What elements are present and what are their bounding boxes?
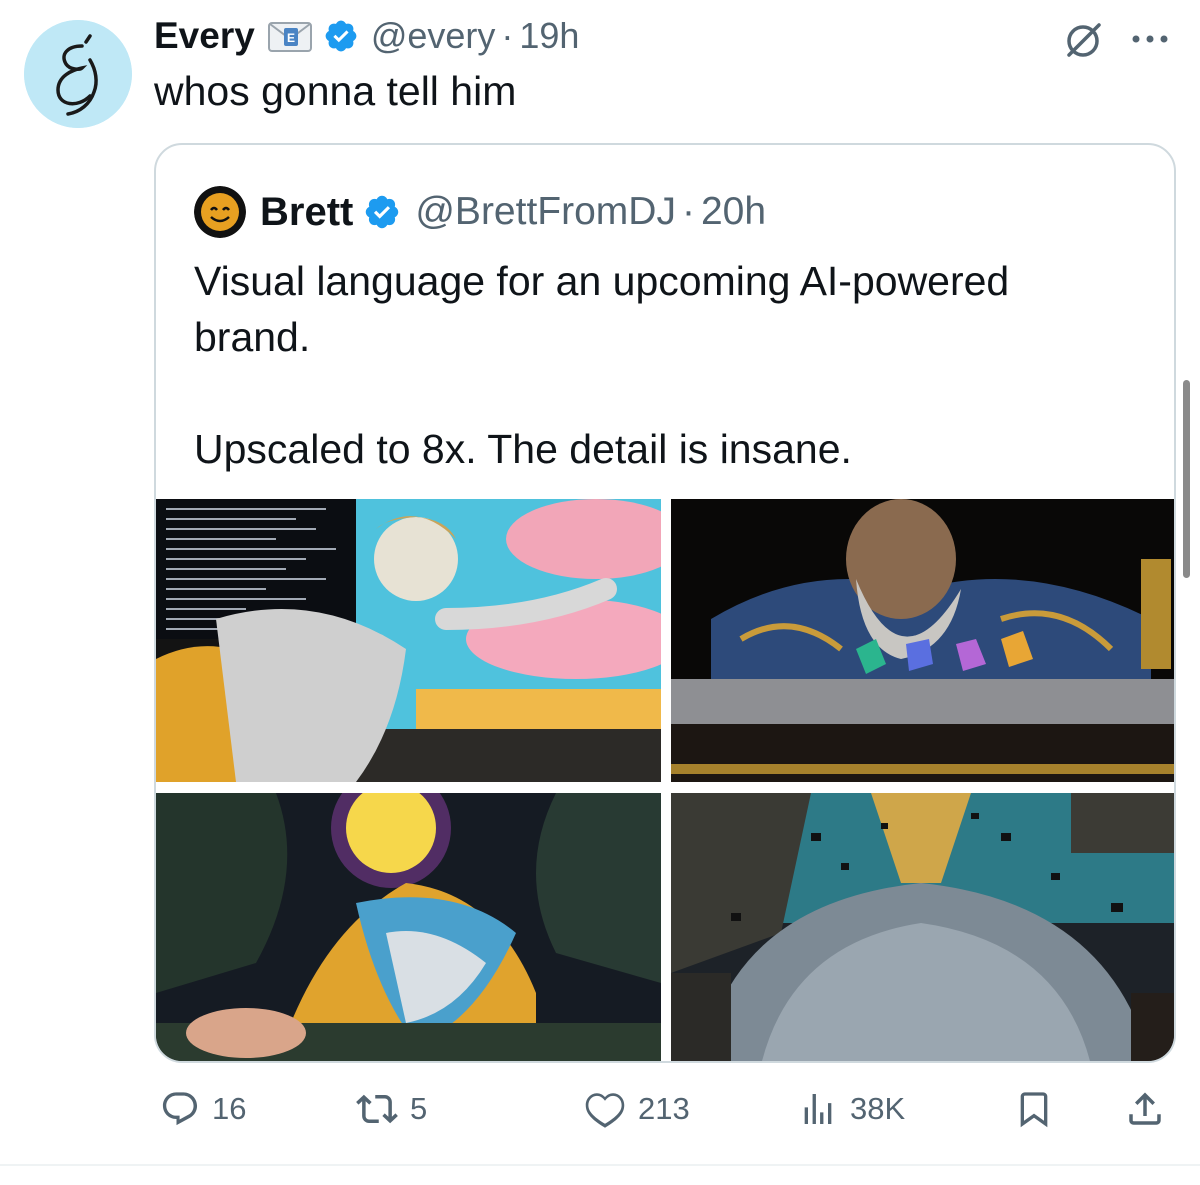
classical-figure-with-code-image[interactable] [156,499,661,782]
old-man-with-dice-image[interactable] [671,499,1174,782]
reply-count: 16 [212,1091,247,1126]
quoted-tweet-text: Visual language for an upcoming AI-power… [194,253,1144,477]
reply-button[interactable]: 16 [160,1086,246,1132]
share-button[interactable] [1124,1086,1166,1132]
quoted-text-blank-line [194,365,1144,421]
tweet-timestamp[interactable]: 19h [519,15,579,57]
quoted-author-handle[interactable]: @BrettFromDJ [415,190,676,234]
retweet-icon [356,1088,398,1130]
media-grid [156,499,1174,1061]
quoted-text-line: Visual language for an upcoming AI-power… [194,258,1010,304]
retweet-button[interactable]: 5 [356,1086,427,1132]
sun-headed-figure-image[interactable] [156,793,661,1061]
views-button[interactable]: 38K [798,1086,905,1132]
separator-dot: · [681,190,695,233]
author-avatar[interactable] [24,20,132,128]
bookmark-icon [1014,1087,1054,1131]
reply-icon [160,1089,200,1129]
more-options-icon[interactable] [1128,22,1172,56]
author-display-name[interactable]: Every [154,15,255,57]
quoted-author-avatar[interactable] [194,186,246,238]
svg-text:E: E [287,31,295,45]
like-button[interactable]: 213 [584,1086,690,1132]
dome-explosion-image[interactable] [671,793,1174,1061]
tweet-header: Every E @every · 19h [154,14,579,58]
quoted-author-display-name[interactable]: Brett [260,190,353,235]
share-icon [1124,1088,1166,1130]
like-count: 213 [638,1091,690,1126]
every-logo-icon [24,20,132,128]
verified-badge-icon[interactable] [323,18,359,54]
bookmark-button[interactable] [1014,1086,1054,1132]
quoted-tweet-timestamp[interactable]: 20h [701,190,766,234]
views-icon [798,1089,838,1129]
retweet-count: 5 [410,1091,428,1126]
quoted-tweet-card[interactable]: Brett @BrettFromDJ · 20h Visual language… [154,143,1176,1063]
scrollbar[interactable] [1183,380,1190,578]
views-count: 38K [850,1091,906,1126]
tweet-text: whos gonna tell him [154,68,517,114]
author-handle[interactable]: @every [371,15,496,57]
quoted-text-line: Upscaled to 8x. The detail is insane. [194,426,852,472]
verified-badge-icon[interactable] [363,193,401,231]
quoted-tweet-header: Brett @BrettFromDJ · 20h [194,183,766,241]
heart-icon [584,1088,626,1130]
divider [0,1164,1200,1166]
grok-icon[interactable] [1064,20,1104,60]
e-mail-icon: E [267,19,313,53]
quoted-text-line: brand. [194,314,311,360]
separator-dot: · [501,15,514,56]
